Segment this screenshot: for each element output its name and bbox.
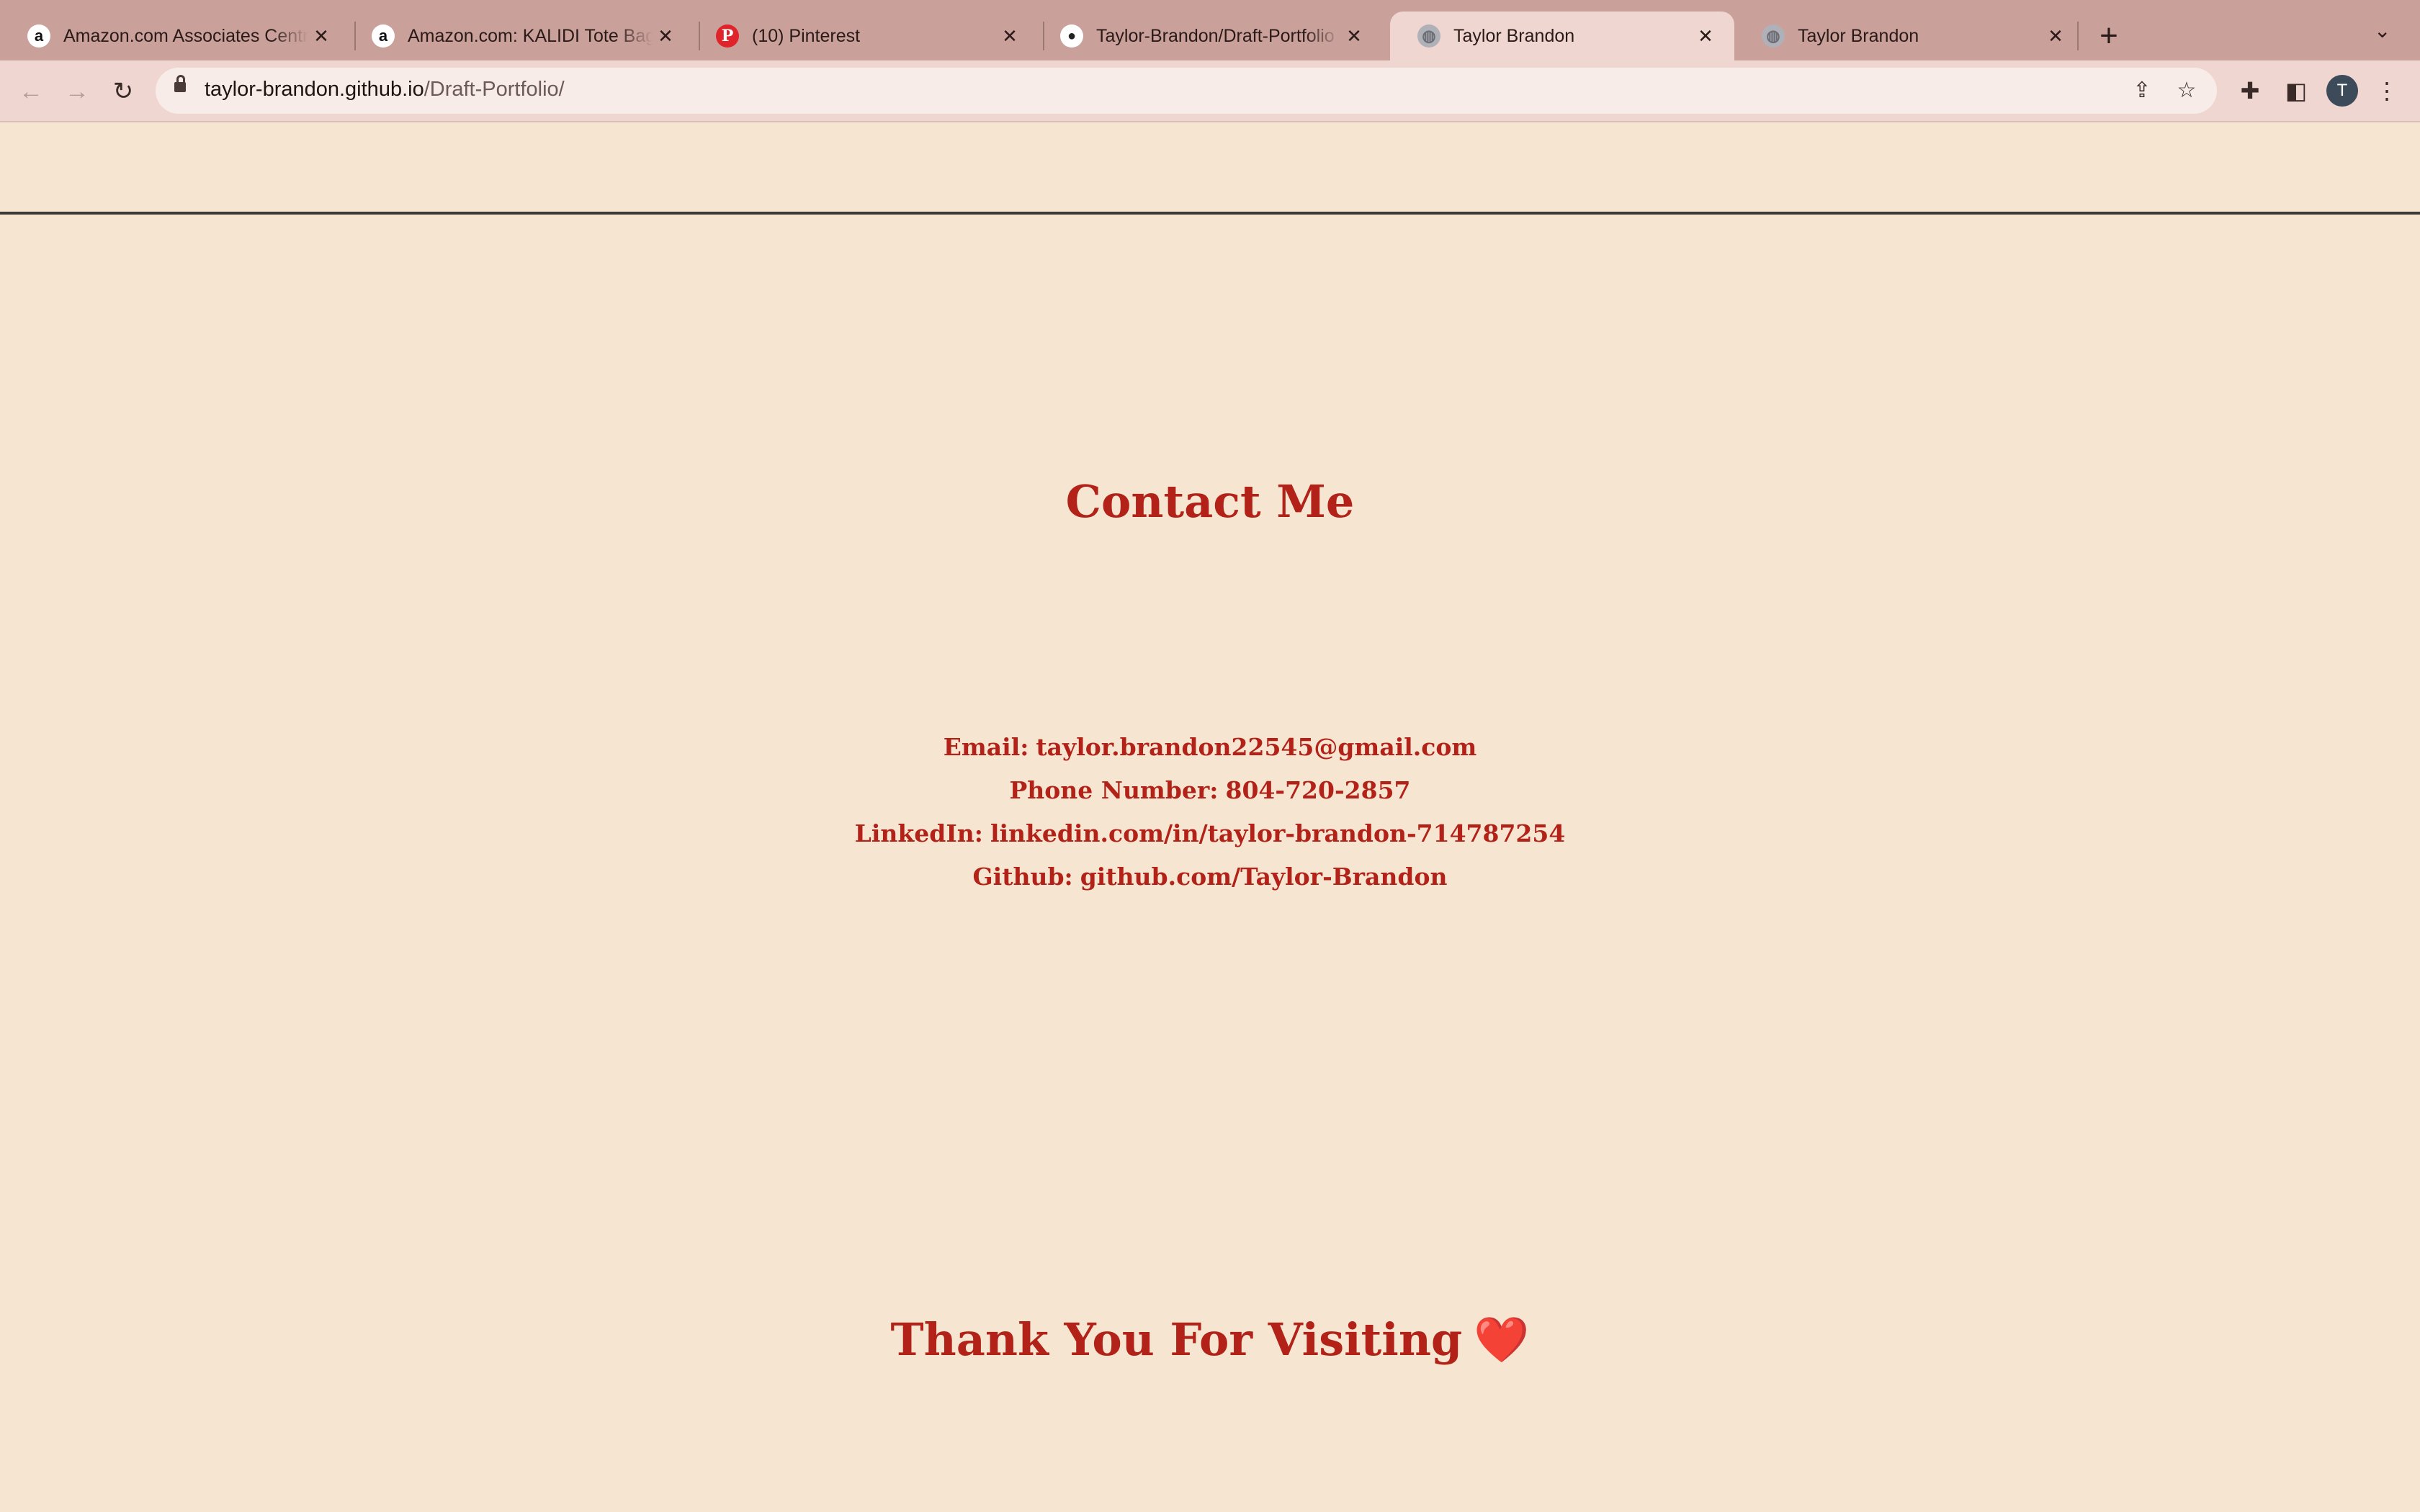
close-icon[interactable]: ✕	[1341, 25, 1367, 48]
tab-amazon-kalidi[interactable]: a Amazon.com: KALIDI Tote Bag ✕	[344, 12, 694, 60]
tab-taylor-brandon-active[interactable]: ◍ Taylor Brandon ✕	[1390, 12, 1734, 60]
contact-heading: Contact Me	[1065, 475, 1355, 528]
new-tab-button[interactable]: +	[2094, 13, 2123, 59]
thanks-heading: Thank You For Visiting ❤️	[0, 1313, 2420, 1367]
tab-title: Taylor Brandon	[1453, 25, 1575, 46]
tab-title: Amazon.com Associates Central	[63, 25, 308, 46]
menu-kebab-icon[interactable]: ⋮	[2371, 75, 2403, 107]
thanks-text: Thank You For Visiting	[890, 1313, 1463, 1366]
tab-title: Taylor Brandon	[1798, 25, 1919, 46]
extensions-puzzle-icon[interactable]: ✚	[2234, 75, 2266, 107]
contact-label: Github:	[972, 863, 1073, 891]
back-arrow-icon[interactable]: ←	[13, 73, 49, 109]
address-bar[interactable]: taylor-brandon.github.io/Draft-Portfolio…	[156, 68, 2217, 114]
close-icon[interactable]: ✕	[2043, 25, 2069, 48]
close-icon[interactable]: ✕	[997, 25, 1023, 48]
close-icon[interactable]: ✕	[308, 25, 334, 48]
tab-pinterest[interactable]: P (10) Pinterest ✕	[689, 12, 1039, 60]
globe-icon: ◍	[1417, 24, 1440, 48]
page-content: Contact Me Email: taylor.brandon22545@gma…	[0, 122, 2420, 1512]
browser-toolbar: ← → ↻ taylor-brandon.github.io/Draft-Por…	[0, 60, 2420, 122]
bookmark-star-icon[interactable]: ☆	[2172, 76, 2201, 105]
contact-email: Email: taylor.brandon22545@gmail.com	[0, 726, 2420, 769]
amazon-icon: a	[27, 24, 50, 48]
linkedin-link[interactable]: linkedin.com/in/taylor-brandon-714787254	[990, 819, 1565, 847]
side-panel-icon[interactable]: ◧	[2280, 75, 2312, 107]
forward-arrow-icon[interactable]: →	[59, 73, 95, 109]
phone-link[interactable]: 804-720-2857	[1226, 776, 1411, 804]
tab-strip: a Amazon.com Associates Central ✕ a Amaz…	[0, 0, 2420, 60]
contact-github: Github: github.com/Taylor-Brandon	[0, 855, 2420, 899]
share-icon[interactable]: ⇪	[2128, 76, 2156, 105]
tab-title: Amazon.com: KALIDI Tote Bag	[408, 25, 653, 46]
section-divider	[0, 212, 2420, 215]
amazon-icon: a	[372, 24, 395, 48]
email-link[interactable]: taylor.brandon22545@gmail.com	[1036, 733, 1476, 761]
profile-avatar[interactable]: T	[2326, 75, 2358, 107]
close-icon[interactable]: ✕	[1693, 25, 1718, 48]
tab-search-chevron-icon[interactable]: ⌄	[2374, 19, 2390, 42]
close-icon[interactable]: ✕	[653, 25, 678, 48]
reload-icon[interactable]: ↻	[105, 73, 141, 109]
tab-divider	[2077, 22, 2079, 50]
pinterest-icon: P	[716, 24, 739, 48]
tab-amazon-associates[interactable]: a Amazon.com Associates Central ✕	[0, 12, 350, 60]
tab-github-repo[interactable]: ● Taylor-Brandon/Draft-Portfolio ✕	[1033, 12, 1383, 60]
tab-title: (10) Pinterest	[752, 25, 861, 46]
heart-icon: ❤️	[1474, 1313, 1530, 1366]
contact-label: Phone Number:	[1009, 776, 1219, 804]
lock-icon[interactable]	[174, 75, 186, 92]
contact-linkedin: LinkedIn: linkedin.com/in/taylor-brandon-…	[0, 812, 2420, 855]
contact-list: Email: taylor.brandon22545@gmail.com Phon…	[0, 726, 2420, 899]
contact-phone: Phone Number: 804-720-2857	[0, 769, 2420, 812]
tab-taylor-brandon[interactable]: ◍ Taylor Brandon ✕	[1734, 12, 2084, 60]
contact-label: Email:	[943, 733, 1029, 761]
contact-label: LinkedIn:	[854, 819, 983, 847]
github-icon: ●	[1060, 24, 1083, 48]
tab-title: Taylor-Brandon/Draft-Portfolio	[1096, 25, 1335, 46]
globe-icon: ◍	[1762, 24, 1785, 48]
url-text[interactable]: taylor-brandon.github.io/Draft-Portfolio…	[205, 78, 565, 102]
github-link[interactable]: github.com/Taylor-Brandon	[1080, 863, 1448, 891]
